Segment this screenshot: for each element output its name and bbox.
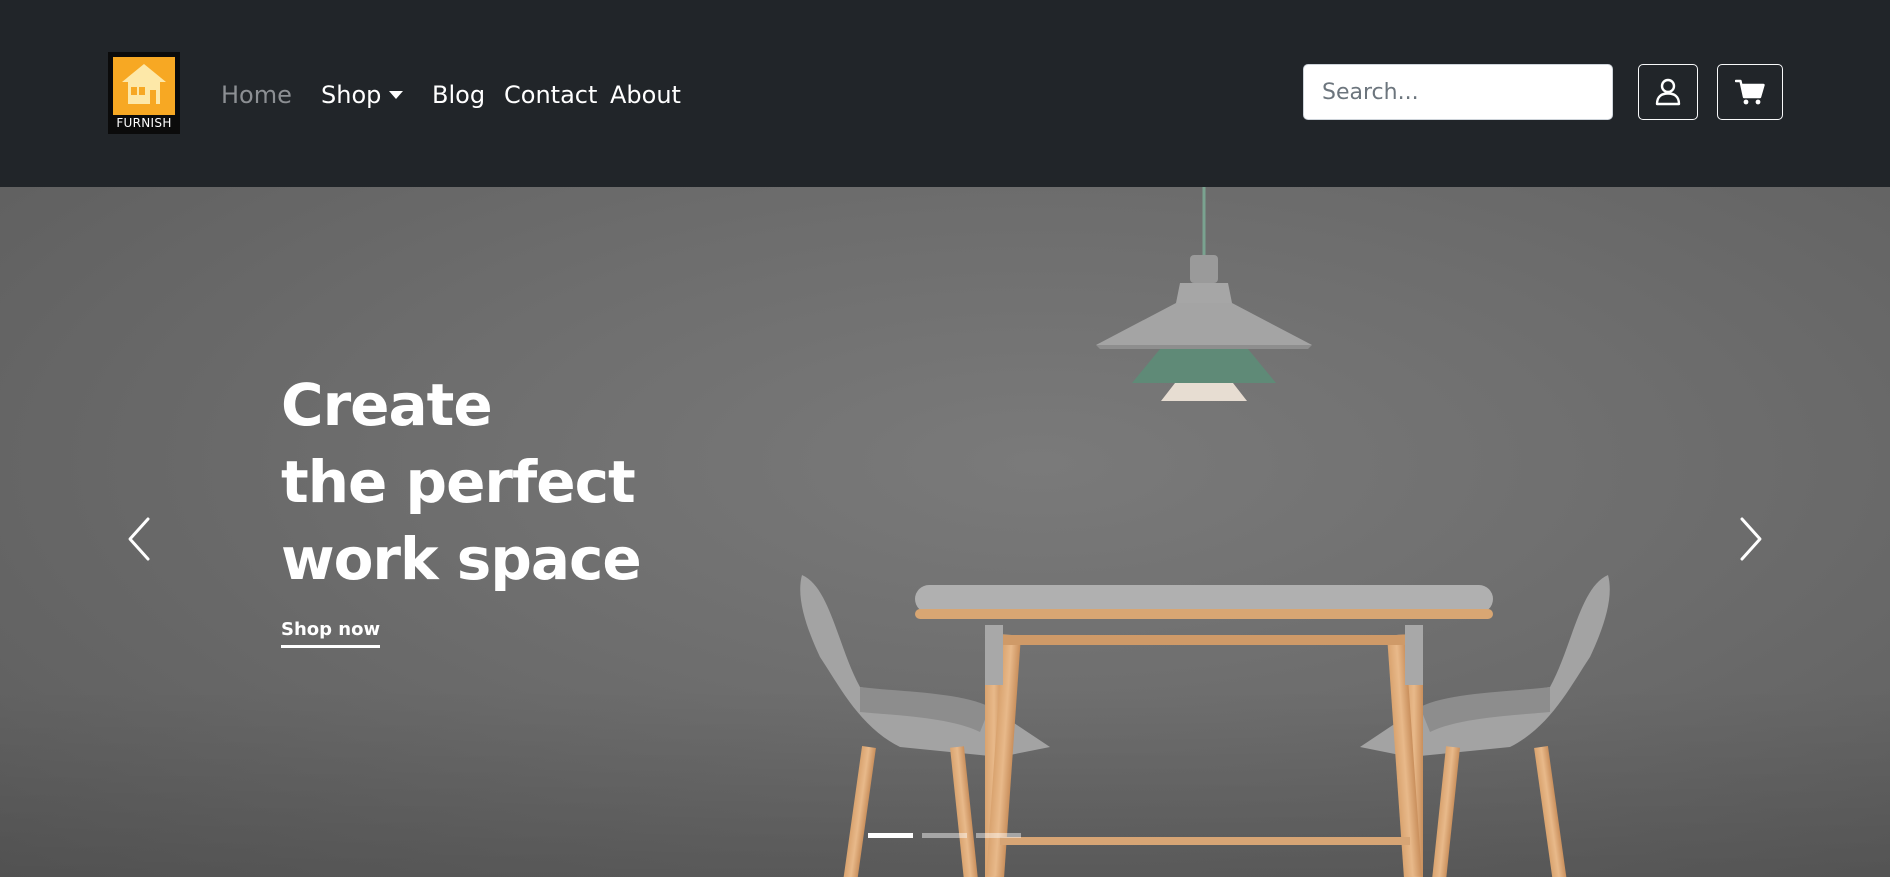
search-input[interactable] <box>1303 64 1613 120</box>
hero-title: Create the perfect work space <box>281 367 801 598</box>
carousel-indicator-1[interactable] <box>868 833 913 838</box>
chevron-left-icon <box>128 517 150 561</box>
navbar: FURNISH Home Shop Blog Contact About <box>0 0 1890 187</box>
caret-down-icon <box>389 91 404 99</box>
carousel-indicator-2[interactable] <box>922 833 967 838</box>
carousel-prev-button[interactable] <box>120 509 160 569</box>
hero-title-line: the perfect <box>281 448 636 516</box>
carousel-next-button[interactable] <box>1730 509 1770 569</box>
house-icon <box>113 57 175 115</box>
nav-about[interactable]: About <box>610 78 681 112</box>
brand-logo[interactable]: FURNISH <box>108 52 180 134</box>
nav-shop-label: Shop <box>321 81 382 109</box>
nav-shop[interactable]: Shop <box>321 78 404 112</box>
hero-carousel: Create the perfect work space Shop now <box>0 187 1890 877</box>
nav-contact[interactable]: Contact <box>504 78 597 112</box>
chevron-right-icon <box>1740 517 1762 561</box>
pendant-lamp <box>1096 187 1312 401</box>
hero-title-line: work space <box>281 525 642 593</box>
cart-button[interactable] <box>1717 64 1783 120</box>
cart-icon <box>1735 79 1765 105</box>
hero-title-line: Create <box>281 371 493 439</box>
nav-home[interactable]: Home <box>221 78 292 112</box>
user-icon <box>1655 78 1681 106</box>
carousel-indicator-3[interactable] <box>976 833 1021 838</box>
nav-blog[interactable]: Blog <box>432 78 485 112</box>
account-button[interactable] <box>1638 64 1698 120</box>
brand-name: FURNISH <box>116 116 172 130</box>
shop-now-link[interactable]: Shop now <box>281 617 381 648</box>
